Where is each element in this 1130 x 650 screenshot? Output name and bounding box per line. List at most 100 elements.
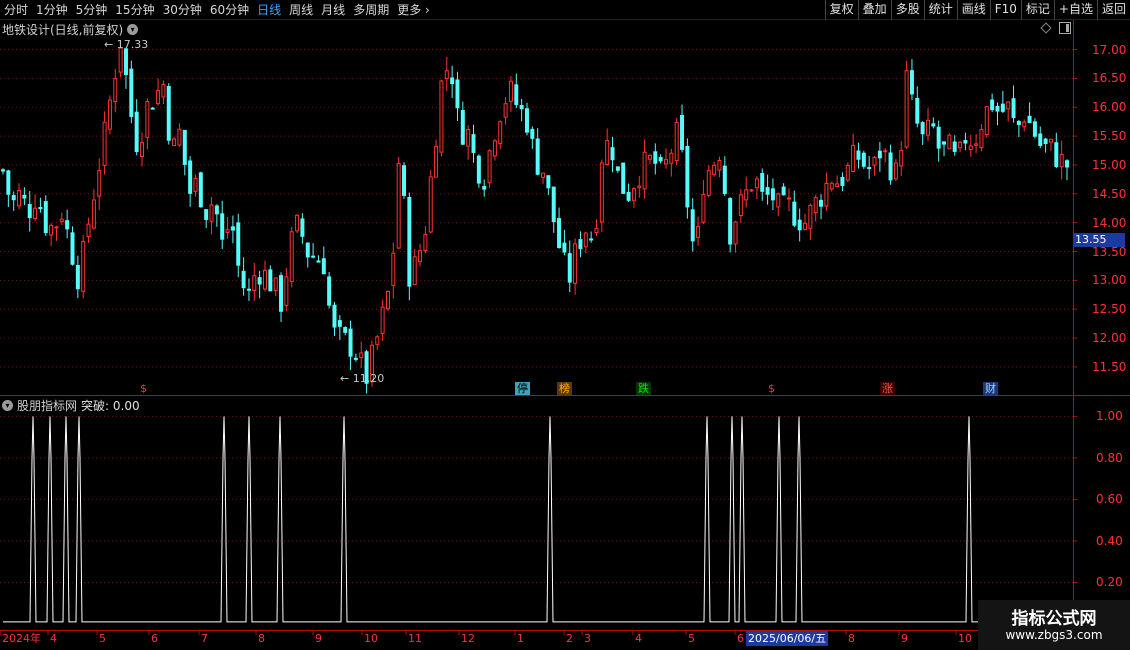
candle-body — [423, 233, 428, 251]
candle-body — [845, 164, 850, 181]
price-axis-label: 12.50 — [1092, 302, 1127, 317]
candle-body — [6, 170, 11, 195]
event-marker-6[interactable]: 财 — [983, 382, 998, 395]
event-marker-4[interactable]: $ — [766, 382, 777, 395]
candle-body — [214, 205, 219, 215]
stock-title[interactable]: 地铁设计(日线,前复权) — [2, 21, 123, 38]
tool-button-3[interactable]: 统计 — [923, 0, 957, 20]
period-tab-5[interactable]: 60分钟 — [206, 0, 253, 20]
candle-body — [920, 122, 925, 135]
candle-body — [573, 243, 578, 284]
layout-toggle-icon[interactable] — [1059, 22, 1071, 34]
price-axis-label: 16.50 — [1092, 71, 1127, 86]
tool-button-0[interactable]: 复权 — [824, 0, 858, 20]
candle-body — [503, 103, 508, 118]
candle-body — [343, 327, 348, 333]
chevron-down-icon[interactable]: ▾ — [127, 23, 139, 35]
candle-body — [466, 129, 471, 147]
period-tab-1[interactable]: 1分钟 — [32, 0, 72, 20]
period-tab-6[interactable]: 日线 — [253, 0, 285, 20]
candle-body — [498, 121, 503, 144]
tool-button-5[interactable]: F10 — [989, 0, 1021, 20]
event-marker-2[interactable]: 榜 — [557, 382, 572, 395]
event-marker-0[interactable]: $ — [138, 382, 149, 395]
price-axis-label: 15.50 — [1092, 129, 1127, 144]
candle-body — [1065, 160, 1069, 168]
indicator-panel[interactable]: ▾ 股朋指标网 突破: 0.00 1.00 0.80 0.60 0.40 0.20 — [0, 396, 1130, 630]
price-axis-label: 14.00 — [1092, 215, 1127, 230]
tool-button-6[interactable]: 标记 — [1020, 0, 1054, 20]
period-tab-0[interactable]: 分时 — [0, 0, 32, 20]
candle-body — [27, 204, 32, 219]
candle-body — [963, 140, 968, 144]
candle-body — [1016, 120, 1021, 125]
tool-button-1[interactable]: 叠加 — [857, 0, 891, 20]
tool-button-2[interactable]: 多股 — [890, 0, 924, 20]
tool-button-8[interactable]: 返回 — [1096, 0, 1130, 20]
candle-body — [188, 160, 193, 194]
period-tab-2[interactable]: 5分钟 — [72, 0, 112, 20]
candle-body — [268, 269, 273, 292]
period-tab-4[interactable]: 30分钟 — [159, 0, 206, 20]
candle-body — [984, 106, 989, 136]
site-logo: 指标公式网 www.zbgs3.com — [978, 600, 1130, 650]
candle-body — [172, 138, 177, 146]
candle-body — [49, 224, 54, 236]
indicator-header: ▾ 股朋指标网 突破: 0.00 — [0, 397, 140, 413]
candle-body — [1, 169, 5, 172]
main-chart-panel[interactable]: 地铁设计(日线,前复权) ▾ ← 17.33 ← 11.20 13.55 17.… — [0, 20, 1130, 396]
tool-button-7[interactable]: +自选 — [1053, 0, 1097, 20]
candle-body — [824, 182, 829, 207]
price-axis-label: 16.00 — [1092, 100, 1127, 115]
indicator-chart-svg[interactable] — [0, 396, 1130, 630]
candle-body — [1006, 101, 1011, 110]
candle-body — [91, 199, 96, 229]
candle-body — [70, 232, 75, 265]
period-tab-9[interactable]: 多周期 — [349, 0, 393, 20]
candle-body — [749, 189, 754, 192]
candle-body — [952, 141, 957, 152]
candle-body — [193, 177, 198, 192]
candle-body — [642, 151, 647, 190]
candle-body — [706, 170, 711, 196]
candle-body — [407, 196, 412, 287]
candle-body — [792, 201, 797, 226]
event-marker-5[interactable]: 涨 — [880, 382, 895, 395]
price-axis-label: 14.50 — [1092, 186, 1127, 201]
candle-body — [786, 197, 791, 200]
candle-body — [295, 214, 300, 232]
candle-body — [813, 197, 818, 214]
candle-body — [482, 186, 487, 190]
period-tab-7[interactable]: 周线 — [285, 0, 317, 20]
candle-body — [252, 275, 257, 291]
candle-body — [904, 70, 909, 148]
candle-body — [872, 156, 877, 166]
candle-body — [594, 227, 599, 233]
indicator-name[interactable]: 股朋指标网 — [17, 397, 77, 414]
candle-body — [412, 256, 417, 286]
candle-body — [1059, 153, 1064, 168]
candle-body — [54, 226, 59, 229]
period-tab-10[interactable]: 更多 › — [393, 0, 434, 20]
candle-body — [1032, 121, 1037, 137]
event-marker-3[interactable]: 跌 — [636, 382, 651, 395]
candle-body — [877, 150, 882, 159]
candle-body — [476, 155, 481, 184]
candle-body — [450, 77, 455, 85]
candle-body — [621, 162, 626, 194]
candle-body — [492, 140, 497, 157]
candle-body — [439, 80, 444, 153]
tool-button-4[interactable]: 画线 — [956, 0, 990, 20]
candle-body — [262, 269, 267, 290]
main-chart-svg[interactable] — [0, 20, 1130, 396]
candle-body — [1000, 103, 1005, 112]
chevron-down-icon[interactable]: ▾ — [2, 399, 13, 411]
candle-body — [230, 226, 235, 231]
candle-body — [332, 304, 337, 328]
period-tab-8[interactable]: 月线 — [317, 0, 349, 20]
candle-body — [685, 145, 690, 208]
event-marker-1[interactable]: 停 — [515, 382, 530, 395]
low-price-label: ← 11.20 — [340, 372, 385, 385]
period-tab-3[interactable]: 15分钟 — [111, 0, 158, 20]
candle-body — [680, 114, 685, 150]
